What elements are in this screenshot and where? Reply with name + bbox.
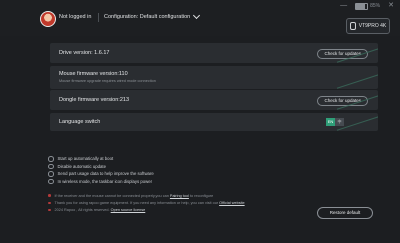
- bullet-icon: [48, 194, 51, 197]
- option-taskbar-power[interactable]: In wireless mode, the taskbar icon displ…: [48, 178, 154, 186]
- dongle-firmware-text: Dongle firmware version:213: [59, 97, 130, 103]
- mouse-firmware-card: Mouse firmware version:110 Mouse firmwar…: [50, 66, 378, 89]
- language-card: Language switch EN 中: [50, 113, 378, 131]
- battery-fill: [356, 3, 366, 9]
- driver-check-updates-button[interactable]: Check for updates: [317, 49, 368, 59]
- top-bar: — 85% ✕ Not logged in Configuration: Def…: [0, 0, 400, 36]
- config-label: Configuration: Default configuration: [104, 14, 191, 20]
- divider: [98, 13, 99, 22]
- pairing-tool-link[interactable]: Pairing tool: [170, 194, 189, 198]
- battery-icon: [355, 2, 369, 10]
- website-prefix: Thank you for using rapoo game equipment…: [54, 200, 219, 205]
- option-label: Disable automatic update: [57, 163, 107, 169]
- option-usage-data[interactable]: Send part usage data to help improve the…: [48, 170, 154, 178]
- driver-version-text: Drive version: 1.6.17: [59, 50, 110, 56]
- language-option-zh[interactable]: 中: [335, 118, 344, 126]
- option-label: Start up automatically at boot: [57, 156, 114, 162]
- official-website-link[interactable]: Official website: [219, 201, 244, 205]
- option-label: In wireless mode, the taskbar icon displ…: [57, 178, 153, 184]
- pairing-note: If the receiver and the mouse cannot be …: [48, 192, 245, 199]
- language-switch-label: Language switch: [59, 119, 101, 125]
- option-startup[interactable]: Start up automatically at boot: [48, 155, 154, 163]
- copyright-text: 2024 Rapoo , All rights reserved.: [54, 208, 110, 213]
- chevron-down-icon: [193, 11, 201, 20]
- footer-notes: If the receiver and the mouse cannot be …: [48, 192, 245, 214]
- battery-percent: 85%: [370, 3, 381, 9]
- mouse-firmware-note: Mouse firmware upgrade requires wired mo…: [59, 79, 156, 83]
- driver-version-card: Drive version: 1.6.17 Check for updates: [50, 43, 378, 63]
- window-controls: — 85% ✕: [340, 2, 394, 10]
- device-selector[interactable]: VT9PRO 4K: [346, 18, 390, 34]
- language-toggle[interactable]: EN 中: [326, 118, 344, 126]
- option-label: Send part usage data to help improve the…: [57, 171, 154, 177]
- login-status[interactable]: Not logged in: [59, 14, 91, 20]
- radio-icon[interactable]: [48, 171, 54, 177]
- minimize-icon[interactable]: —: [340, 2, 347, 10]
- open-source-license-link[interactable]: Open source license: [111, 208, 146, 212]
- restore-default-button[interactable]: Restore default: [317, 207, 373, 219]
- close-icon[interactable]: ✕: [388, 2, 394, 10]
- pairing-prefix: If the receiver and the mouse cannot be …: [54, 193, 169, 198]
- device-label: VT9PRO 4K: [358, 23, 387, 29]
- settings-options: Start up automatically at boot Disable a…: [48, 155, 154, 185]
- radio-icon[interactable]: [48, 156, 54, 162]
- bullet-icon: [48, 208, 51, 212]
- mouse-icon: [349, 22, 356, 30]
- config-selector[interactable]: Configuration: Default configuration: [104, 11, 201, 20]
- website-note: Thank you for using rapoo game equipment…: [48, 199, 245, 206]
- battery-indicator: 85%: [355, 2, 380, 10]
- radio-icon[interactable]: [48, 178, 54, 184]
- dongle-firmware-card: Dongle firmware version:213 Check for up…: [50, 90, 378, 110]
- option-disable-update[interactable]: Disable automatic update: [48, 163, 154, 171]
- avatar[interactable]: [40, 11, 56, 27]
- bullet-icon: [48, 201, 51, 205]
- pairing-suffix: to reconfigure: [189, 193, 214, 198]
- mouse-firmware-text: Mouse firmware version:110: [59, 71, 128, 77]
- copyright-note: 2024 Rapoo , All rights reserved. Open s…: [48, 207, 245, 214]
- dongle-check-updates-button[interactable]: Check for updates: [317, 96, 368, 106]
- language-option-en[interactable]: EN: [326, 118, 335, 126]
- radio-icon[interactable]: [48, 163, 54, 169]
